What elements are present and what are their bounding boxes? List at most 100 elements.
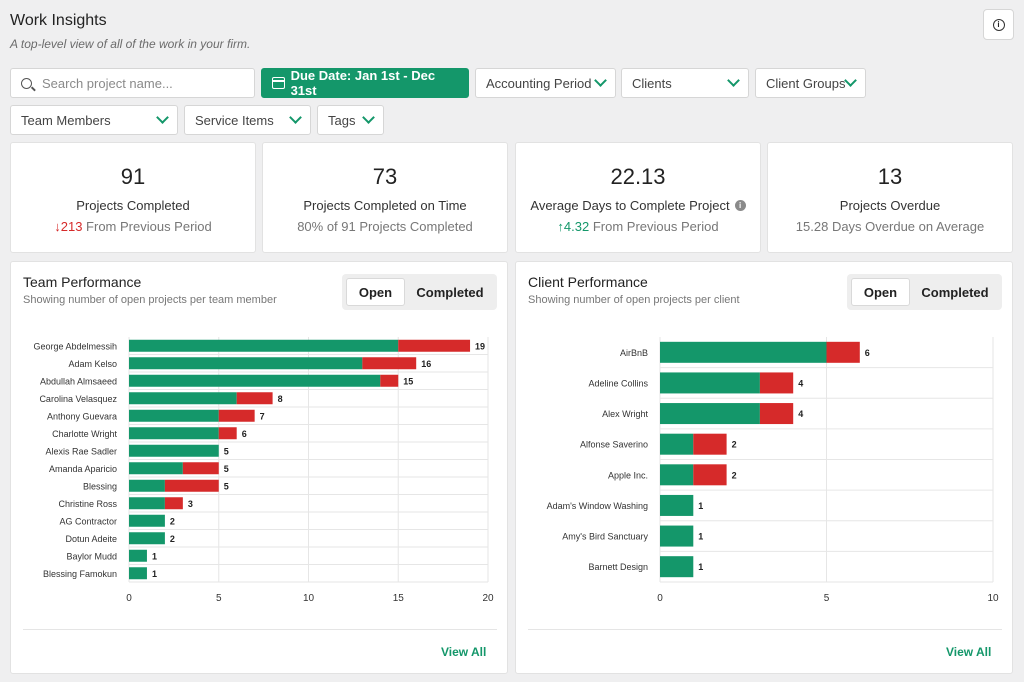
view-all-link[interactable]: View All — [441, 645, 486, 659]
category-label: Alexis Rae Sadler — [45, 446, 117, 456]
client-performance-chart: 0 5 10 AirBnB 6 Adeline Collins 4 Alex Wright 4 A… — [547, 337, 999, 604]
bar-on-time — [129, 427, 219, 440]
total-label: 1 — [698, 562, 703, 572]
due-date-label: Due Date: Jan 1st - Dec 31st — [290, 68, 436, 98]
bar-on-time — [660, 372, 760, 394]
chevron-down-icon — [727, 74, 740, 87]
stat-value: 73 — [372, 164, 398, 189]
search-icon — [21, 77, 32, 89]
stat-card-projects-completed: 91 Projects Completed ↓213 From Previous… — [10, 142, 256, 253]
stat-delta-suffix: From Previous Period — [589, 219, 719, 234]
total-label: 19 — [475, 341, 485, 351]
bar-on-time — [660, 341, 827, 363]
stat-label: Projects Completed — [76, 198, 190, 213]
bar-on-time — [660, 494, 694, 516]
x-tick-label: 20 — [482, 593, 494, 604]
clients-label: Clients — [632, 75, 672, 91]
bar-overdue — [218, 427, 237, 440]
bar-on-time — [129, 514, 165, 527]
bar-on-time — [129, 339, 399, 352]
stat-value: 22.13 — [610, 164, 666, 189]
stat-card-overdue: 13 Projects Overdue 15.28 Days Overdue o… — [767, 142, 1013, 253]
service-items-dropdown[interactable]: Service Items — [184, 105, 311, 135]
total-label: 15 — [403, 376, 413, 386]
bar-on-time — [129, 409, 219, 422]
stat-delta: ↓213 From Previous Period — [11, 219, 255, 234]
category-label: Blessing Famokun — [43, 569, 117, 579]
stat-delta-value: 4.32 — [563, 219, 590, 234]
stat-sub: 15.28 Days Overdue on Average — [795, 219, 985, 234]
bar-overdue — [164, 479, 219, 492]
service-items-label: Service Items — [195, 112, 274, 128]
client-groups-dropdown[interactable]: Client Groups — [755, 68, 866, 98]
bar-overdue — [693, 464, 727, 486]
bar-overdue — [759, 403, 794, 425]
category-label: Christine Ross — [58, 499, 117, 509]
stat-label: Projects Completed on Time — [303, 198, 467, 213]
bar-overdue — [693, 433, 727, 455]
category-label: Amy's Bird Sanctuary — [562, 532, 648, 542]
total-label: 16 — [421, 359, 431, 369]
stat-label: Average Days to Complete Project — [530, 198, 730, 213]
x-tick-label: 10 — [987, 593, 999, 604]
team-members-dropdown[interactable]: Team Members — [10, 105, 178, 135]
chevron-down-icon — [156, 111, 169, 124]
stat-value: 13 — [877, 164, 903, 189]
bar-on-time — [129, 549, 147, 562]
category-label: AirBnB — [620, 348, 648, 358]
bar-on-time — [129, 462, 183, 475]
total-label: 1 — [698, 501, 703, 511]
category-label: Adeline Collins — [588, 378, 648, 388]
bar-on-time — [660, 464, 694, 486]
total-label: 4 — [798, 378, 803, 388]
chevron-down-icon — [844, 74, 857, 87]
total-label: 2 — [170, 534, 175, 544]
category-label: George Abdelmessih — [33, 341, 117, 351]
tags-dropdown[interactable]: Tags — [317, 105, 384, 135]
calendar-icon — [272, 77, 285, 89]
clients-dropdown[interactable]: Clients — [621, 68, 749, 98]
bar-overdue — [236, 392, 273, 405]
search-placeholder: Search project name... — [42, 75, 173, 91]
total-label: 2 — [170, 516, 175, 526]
category-label: Alex Wright — [602, 409, 648, 419]
stat-card-average-days: 22.13 Average Days to Complete Project i… — [515, 142, 761, 253]
total-label: 3 — [188, 499, 193, 509]
bar-on-time — [129, 532, 165, 545]
divider — [528, 629, 1002, 630]
category-label: Adam Kelso — [68, 359, 117, 369]
search-input[interactable]: Search project name... — [10, 68, 255, 98]
total-label: 5 — [224, 464, 229, 474]
stat-value: 91 — [120, 164, 146, 189]
category-label: Adam's Window Washing — [547, 501, 648, 511]
info-button[interactable]: i — [983, 9, 1014, 40]
x-tick-label: 5 — [824, 593, 830, 604]
stat-sub: 80% of 91 Projects Completed — [297, 219, 473, 234]
team-performance-panel: Team Performance Showing number of open … — [10, 261, 508, 674]
tags-label: Tags — [328, 112, 356, 128]
x-tick-label: 0 — [126, 593, 132, 604]
category-label: Dotun Adeite — [65, 534, 117, 544]
bar-overdue — [362, 357, 417, 370]
total-label: 7 — [260, 411, 265, 421]
page-title: Work Insights — [10, 12, 107, 29]
x-tick-label: 0 — [657, 593, 663, 604]
accounting-period-dropdown[interactable]: Accounting Period — [475, 68, 616, 98]
x-tick-label: 5 — [216, 593, 222, 604]
category-label: Anthony Guevara — [47, 411, 117, 421]
info-icon[interactable]: i — [734, 200, 746, 211]
category-label: Apple Inc. — [608, 470, 648, 480]
bar-on-time — [660, 525, 694, 547]
stat-card-on-time: 73 Projects Completed on Time 80% of 91 … — [262, 142, 508, 253]
total-label: 1 — [152, 551, 157, 561]
total-label: 1 — [152, 569, 157, 579]
view-all-link[interactable]: View All — [946, 645, 991, 659]
total-label: 1 — [698, 532, 703, 542]
due-date-filter[interactable]: Due Date: Jan 1st - Dec 31st — [261, 68, 469, 98]
team-members-label: Team Members — [21, 112, 111, 128]
page-subtitle: A top-level view of all of the work in y… — [10, 37, 251, 51]
chevron-down-icon — [362, 111, 375, 124]
client-groups-label: Client Groups — [766, 75, 846, 91]
category-label: Alfonse Saverino — [580, 440, 648, 450]
stat-label-row: Average Days to Complete Project i — [516, 198, 760, 213]
